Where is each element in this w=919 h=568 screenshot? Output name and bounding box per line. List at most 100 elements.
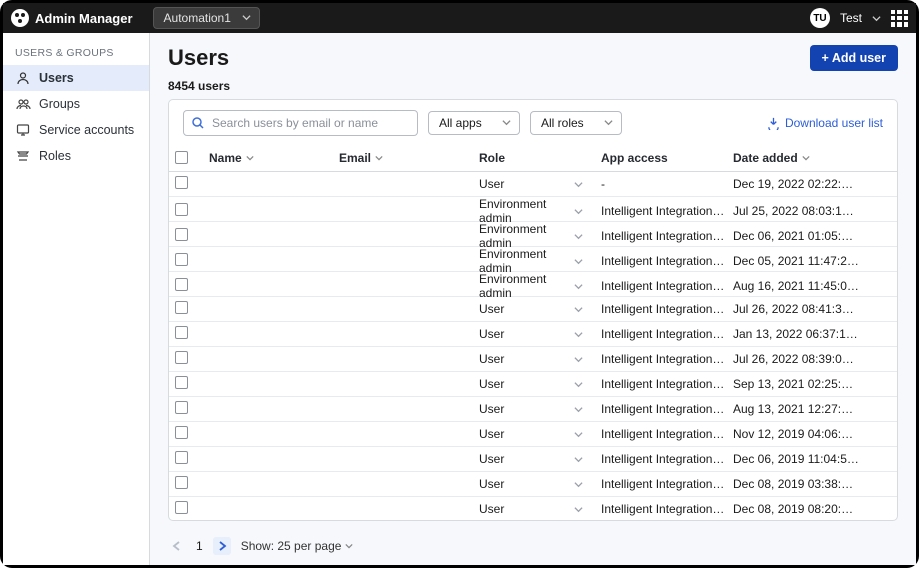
download-label: Download user list: [785, 116, 883, 130]
table-row[interactable]: UserIntelligent Integration Platfo...Jul…: [169, 297, 897, 322]
sidebar-section-label: USERS & GROUPS: [3, 43, 149, 65]
user-name[interactable]: Test: [840, 11, 862, 25]
row-checkbox[interactable]: [175, 451, 188, 464]
role-value: User: [479, 452, 504, 466]
row-checkbox[interactable]: [175, 203, 188, 216]
workspace-select[interactable]: Automation1: [153, 7, 260, 29]
chevron-down-icon[interactable]: [574, 355, 583, 364]
pager-per-page[interactable]: Show: 25 per page: [241, 539, 354, 553]
row-checkbox[interactable]: [175, 351, 188, 364]
chevron-down-icon[interactable]: [574, 180, 583, 189]
pager-current: 1: [196, 539, 203, 553]
roles-filter[interactable]: All roles: [530, 111, 622, 135]
role-value: User: [479, 477, 504, 491]
roles-icon: [15, 148, 31, 164]
chevron-down-icon[interactable]: [574, 232, 583, 241]
row-checkbox[interactable]: [175, 301, 188, 314]
app-access-value: Intelligent Integration Platfo...: [601, 477, 733, 491]
row-checkbox[interactable]: [175, 326, 188, 339]
row-checkbox[interactable]: [175, 376, 188, 389]
date-added-value: Dec 06, 2021 01:05:43 AM: [733, 229, 865, 243]
user-avatar[interactable]: TU: [810, 8, 830, 28]
chevron-down-icon: [242, 13, 251, 22]
app-access-value: Intelligent Integration Platfo...: [601, 279, 733, 293]
chevron-down-icon[interactable]: [574, 505, 583, 514]
select-all-checkbox[interactable]: [175, 151, 188, 164]
app-access-value: Intelligent Integration Platfo...: [601, 452, 733, 466]
role-value: User: [479, 177, 504, 191]
role-value: User: [479, 402, 504, 416]
chevron-down-icon[interactable]: [574, 430, 583, 439]
sidebar-item-label: Service accounts: [39, 123, 134, 137]
col-date-added[interactable]: Date added: [733, 151, 865, 165]
chevron-down-icon[interactable]: [574, 455, 583, 464]
table-row[interactable]: UserIntelligent Integration Platfo...Jul…: [169, 347, 897, 372]
col-email[interactable]: Email: [339, 151, 479, 165]
add-user-button[interactable]: + Add user: [810, 45, 898, 71]
pager-next[interactable]: [213, 537, 231, 555]
chevron-down-icon[interactable]: [574, 405, 583, 414]
apps-grid-icon[interactable]: [891, 10, 908, 27]
row-checkbox[interactable]: [175, 401, 188, 414]
table-row[interactable]: Environment adminIntelligent Integration…: [169, 247, 897, 272]
app-access-value: Intelligent Integration Platfo...: [601, 352, 733, 366]
chevron-down-icon[interactable]: [574, 282, 583, 291]
sidebar-item-service-accounts[interactable]: Service accounts: [3, 117, 149, 143]
table-row[interactable]: User Intelligent Integration Platfo...Sep…: [169, 372, 897, 397]
table-row[interactable]: Environment adminIntelligent Integration…: [169, 272, 897, 297]
row-checkbox[interactable]: [175, 476, 188, 489]
users-panel: All apps All roles Download user list Na…: [168, 99, 898, 521]
row-checkbox[interactable]: [175, 176, 188, 189]
users-table: Name Email Role App access Date added Us…: [169, 144, 897, 520]
table-row[interactable]: Environment adminIntelligent Integration…: [169, 197, 897, 222]
group-icon: [15, 96, 31, 112]
table-row[interactable]: UserIntelligent Integration Platfo...Nov…: [169, 422, 897, 447]
chevron-down-icon: [872, 14, 881, 23]
table-row[interactable]: UserIntelligent Integration Platfo...Dec…: [169, 497, 897, 520]
col-app-access: App access: [601, 151, 733, 165]
brand-text: Admin Manager: [35, 11, 133, 26]
sidebar-item-roles[interactable]: Roles: [3, 143, 149, 169]
row-checkbox[interactable]: [175, 426, 188, 439]
table-row[interactable]: Environment adminIntelligent Integration…: [169, 222, 897, 247]
chevron-down-icon[interactable]: [574, 330, 583, 339]
row-checkbox[interactable]: [175, 253, 188, 266]
table-row[interactable]: UserIntelligent Integration Platfo...Jan…: [169, 322, 897, 347]
table-row[interactable]: UserIntelligent Integration Platfo...Aug…: [169, 397, 897, 422]
chevron-down-icon[interactable]: [574, 257, 583, 266]
table-row[interactable]: User-Dec 19, 2022 02:22:41 AM: [169, 172, 897, 197]
pager-prev[interactable]: [168, 537, 186, 555]
role-value: User: [479, 377, 504, 391]
chevron-down-icon[interactable]: [574, 480, 583, 489]
apps-filter[interactable]: All apps: [428, 111, 520, 135]
row-checkbox[interactable]: [175, 501, 188, 514]
user-icon: [15, 70, 31, 86]
main: Users + Add user 8454 users All apps All…: [150, 33, 916, 565]
row-checkbox[interactable]: [175, 228, 188, 241]
role-value: User: [479, 502, 504, 516]
app-access-value: Intelligent Integration Platfo...: [601, 229, 733, 243]
col-role: Role: [479, 151, 601, 165]
app-access-value: Intelligent Integration Platfo...: [601, 377, 733, 391]
role-value: User: [479, 352, 504, 366]
search-icon: [191, 116, 205, 130]
search-input[interactable]: [183, 110, 418, 136]
sidebar-item-groups[interactable]: Groups: [3, 91, 149, 117]
chevron-down-icon[interactable]: [574, 207, 583, 216]
brand: Admin Manager: [11, 9, 133, 27]
col-name[interactable]: Name: [209, 151, 339, 165]
chevron-down-icon[interactable]: [574, 380, 583, 389]
table-row[interactable]: UserIntelligent Integration Platfo...Dec…: [169, 472, 897, 497]
row-checkbox[interactable]: [175, 278, 188, 291]
brand-icon: [11, 9, 29, 27]
sidebar-item-users[interactable]: Users: [3, 65, 149, 91]
date-added-value: Dec 19, 2022 02:22:41 AM: [733, 177, 865, 191]
chevron-down-icon[interactable]: [574, 305, 583, 314]
table-row[interactable]: UserIntelligent Integration Platfo...Dec…: [169, 447, 897, 472]
download-user-list[interactable]: Download user list: [767, 116, 883, 130]
page-title: Users: [168, 45, 229, 71]
app-access-value: Intelligent Integration Platfo...: [601, 302, 733, 316]
date-added-value: Sep 13, 2021 02:25:16 PM: [733, 377, 865, 391]
chevron-down-icon: [502, 118, 511, 127]
role-value: Environment admin: [479, 247, 574, 275]
